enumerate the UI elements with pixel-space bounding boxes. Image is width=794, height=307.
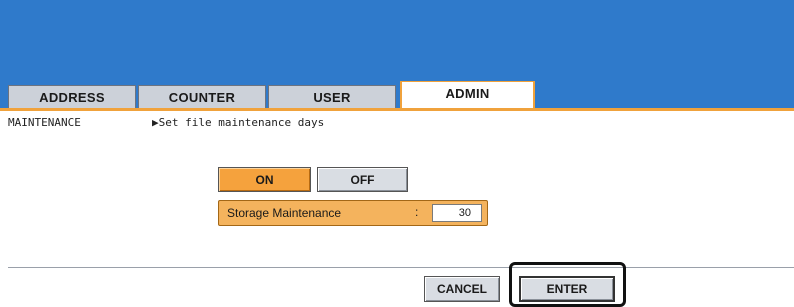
on-button[interactable]: ON — [218, 167, 311, 192]
off-button[interactable]: OFF — [317, 167, 408, 192]
tab-admin[interactable]: ADMIN — [400, 81, 535, 108]
tab-counter[interactable]: COUNTER — [138, 85, 266, 108]
storage-maintenance-label: Storage Maintenance — [227, 206, 342, 220]
storage-separator: : — [415, 205, 419, 219]
cancel-button[interactable]: CANCEL — [424, 276, 500, 302]
tab-address[interactable]: ADDRESS — [8, 85, 136, 108]
footer-divider — [8, 267, 794, 268]
storage-days-input[interactable]: 30 — [432, 204, 482, 222]
enter-button[interactable]: ENTER — [519, 276, 615, 302]
breadcrumb-menu: MAINTENANCE — [8, 116, 81, 129]
tab-underline — [0, 108, 794, 111]
storage-maintenance-field[interactable]: Storage Maintenance : 30 — [218, 200, 488, 226]
instruction-text: ▶Set file maintenance days — [152, 116, 325, 129]
tab-user[interactable]: USER — [268, 85, 396, 108]
